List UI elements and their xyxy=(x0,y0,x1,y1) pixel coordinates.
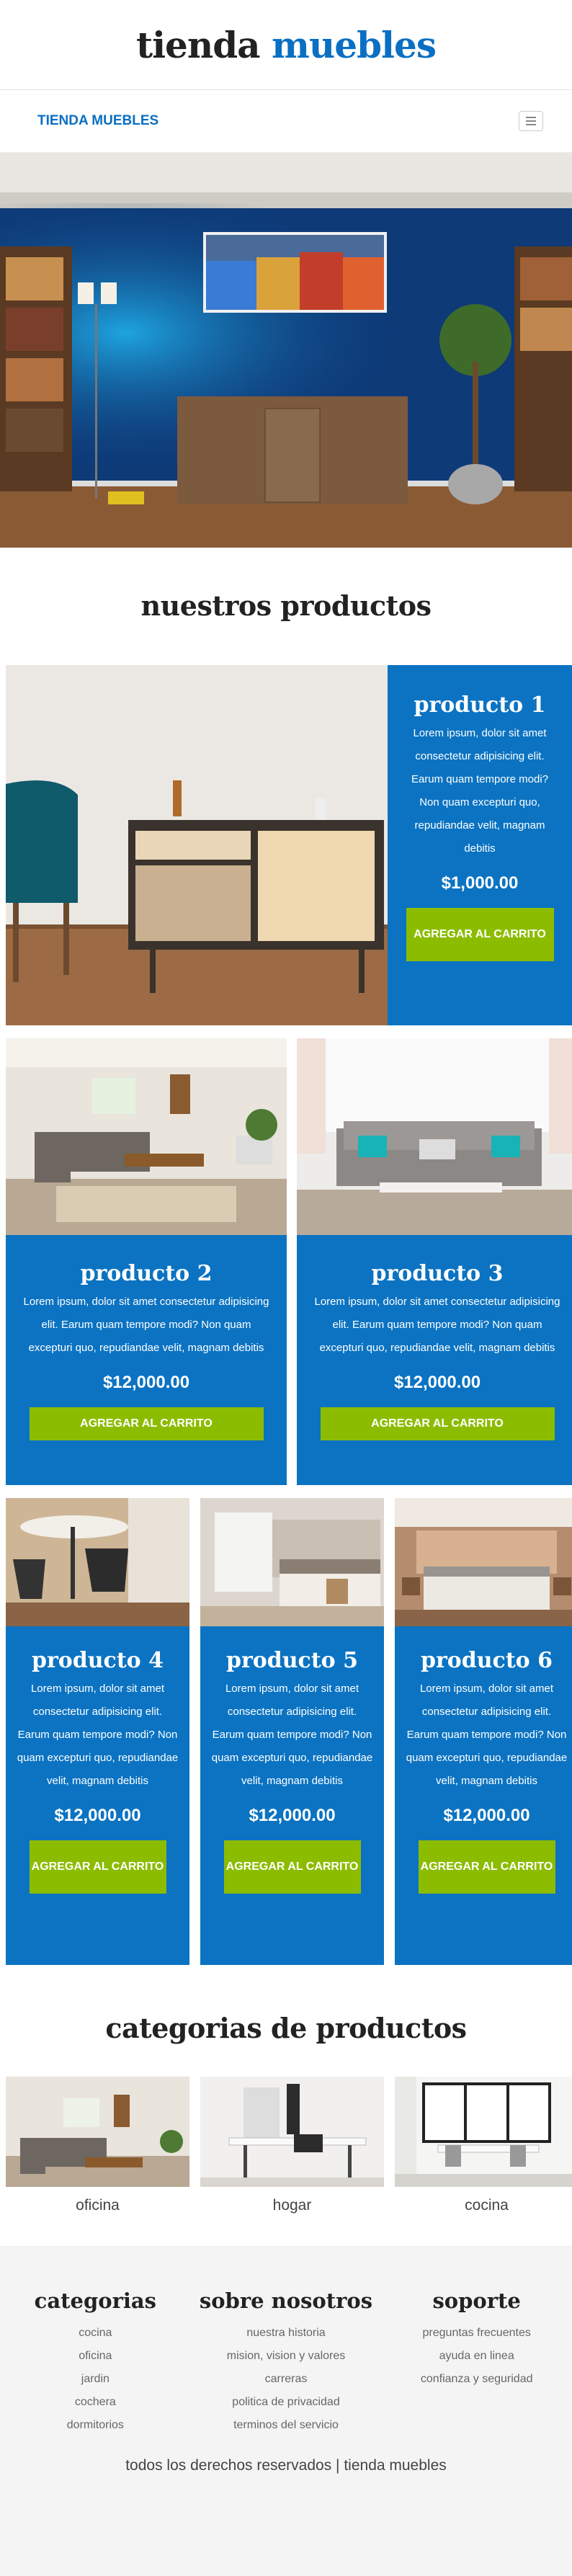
footer-link[interactable]: carreras xyxy=(191,2368,382,2391)
categories-list: oficina hogar cocina xyxy=(6,2077,572,2214)
product-image-2 xyxy=(6,1038,287,1235)
footer-link[interactable]: dormitorios xyxy=(0,2414,191,2437)
footer-column-title: soporte xyxy=(432,2288,521,2313)
footer-column-title: categorias xyxy=(34,2288,156,2313)
product-description: Lorem ipsum, dolor sit amet consectetur … xyxy=(17,1683,179,1787)
footer-link[interactable]: politica de privacidad xyxy=(191,2391,382,2414)
site-footer: categorias cocina oficina jardin cochera… xyxy=(0,2246,572,2576)
category-image xyxy=(395,2077,572,2187)
footer-link[interactable]: preguntas frecuentes xyxy=(381,2322,572,2345)
footer-link[interactable]: mision, vision y valores xyxy=(191,2345,382,2368)
category-image xyxy=(200,2077,384,2187)
product-card-3: producto 3 Lorem ipsum, dolor sit amet c… xyxy=(297,1235,572,1485)
footer-link[interactable]: jardin xyxy=(0,2368,191,2391)
footer-link[interactable]: terminos del servicio xyxy=(191,2414,382,2437)
category-label: oficina xyxy=(76,2197,120,2214)
product-row-1: producto 1 Lorem ipsum, dolor sit amet c… xyxy=(6,665,572,1025)
product-column-2: producto 2 Lorem ipsum, dolor sit amet c… xyxy=(6,1038,287,1485)
product-name: producto 5 xyxy=(225,1648,359,1673)
category-label: hogar xyxy=(272,2197,312,2214)
hamburger-icon-line xyxy=(526,124,536,125)
hamburger-icon xyxy=(526,117,536,118)
menu-toggle-button[interactable] xyxy=(519,111,543,131)
footer-link[interactable]: ayuda en linea xyxy=(381,2345,572,2368)
product-description: Lorem ipsum, dolor sit amet consectetur … xyxy=(314,1296,560,1354)
product-image-5 xyxy=(200,1498,384,1626)
product-price: $1,000.00 xyxy=(441,873,519,893)
product-name: producto 3 xyxy=(371,1261,504,1286)
footer-link[interactable]: oficina xyxy=(0,2345,191,2368)
navbar: TIENDA MUEBLES xyxy=(0,90,572,153)
navbar-brand[interactable]: TIENDA MUEBLES xyxy=(37,113,158,129)
product-price: $12,000.00 xyxy=(393,1373,481,1392)
product-row-2: producto 2 Lorem ipsum, dolor sit amet c… xyxy=(6,1038,572,1485)
add-to-cart-button[interactable]: AGREGAR AL CARRITO xyxy=(29,1407,264,1440)
footer-link[interactable]: cochera xyxy=(0,2391,191,2414)
category-cocina[interactable]: cocina xyxy=(395,2077,572,2214)
hero-image xyxy=(0,153,572,548)
footer-column-title: sobre nosotros xyxy=(199,2288,373,2313)
product-price: $12,000.00 xyxy=(249,1806,336,1825)
product-description: Lorem ipsum, dolor sit amet consectetur … xyxy=(406,1683,568,1787)
product-image-1 xyxy=(6,665,388,1025)
product-description: Lorem ipsum, dolor sit amet consectetur … xyxy=(23,1296,269,1354)
product-card-1: producto 1 Lorem ipsum, dolor sit amet c… xyxy=(388,665,572,1025)
product-column-5: producto 5 Lorem ipsum, dolor sit amet c… xyxy=(200,1498,384,1965)
add-to-cart-button[interactable]: AGREGAR AL CARRITO xyxy=(29,1840,166,1894)
category-oficina[interactable]: oficina xyxy=(6,2077,189,2214)
site-header: tienda muebles xyxy=(0,0,572,90)
categories-section-title: categorias de productos xyxy=(105,2012,467,2044)
product-card-2: producto 2 Lorem ipsum, dolor sit amet c… xyxy=(6,1235,287,1485)
product-column-3: producto 3 Lorem ipsum, dolor sit amet c… xyxy=(297,1038,572,1485)
product-image-3 xyxy=(297,1038,572,1235)
logo-part1: tienda xyxy=(135,23,261,66)
logo-part2: muebles xyxy=(272,23,437,66)
product-row-3: producto 4 Lorem ipsum, dolor sit amet c… xyxy=(6,1498,572,1965)
add-to-cart-button[interactable]: AGREGAR AL CARRITO xyxy=(418,1840,555,1894)
category-label: cocina xyxy=(465,2197,509,2214)
product-name: producto 1 xyxy=(414,692,546,718)
footer-column-soporte: soporte preguntas frecuentes ayuda en li… xyxy=(381,2288,572,2437)
footer-column-categorias: categorias cocina oficina jardin cochera… xyxy=(0,2288,191,2437)
product-image-4 xyxy=(6,1498,189,1626)
product-name: producto 4 xyxy=(31,1648,164,1673)
add-to-cart-button[interactable]: AGREGAR AL CARRITO xyxy=(406,908,554,961)
footer-link[interactable]: confianza y seguridad xyxy=(381,2368,572,2391)
site-logo[interactable]: tienda muebles xyxy=(135,23,437,66)
add-to-cart-button[interactable]: AGREGAR AL CARRITO xyxy=(223,1840,361,1894)
product-price: $12,000.00 xyxy=(443,1806,530,1825)
products-section-title: nuestros productos xyxy=(140,589,432,622)
category-image xyxy=(6,2077,189,2187)
product-description: Lorem ipsum, dolor sit amet consectetur … xyxy=(211,1683,373,1787)
footer-column-sobre-nosotros: sobre nosotros nuestra historia mision, … xyxy=(191,2288,382,2437)
add-to-cart-button[interactable]: AGREGAR AL CARRITO xyxy=(320,1407,555,1440)
copyright-text: todos los derechos reservados | tienda m… xyxy=(125,2457,447,2474)
product-price: $12,000.00 xyxy=(54,1806,141,1825)
category-hogar[interactable]: hogar xyxy=(200,2077,384,2214)
product-card-6: producto 6 Lorem ipsum, dolor sit amet c… xyxy=(395,1626,572,1965)
product-name: producto 6 xyxy=(420,1648,553,1673)
product-description: Lorem ipsum, dolor sit amet consectetur … xyxy=(411,727,549,855)
hamburger-icon-line xyxy=(526,120,536,122)
footer-link[interactable]: nuestra historia xyxy=(191,2322,382,2345)
product-card-4: producto 4 Lorem ipsum, dolor sit amet c… xyxy=(6,1626,189,1965)
footer-link[interactable]: cocina xyxy=(0,2322,191,2345)
product-column-6: producto 6 Lorem ipsum, dolor sit amet c… xyxy=(395,1498,572,1965)
product-card-5: producto 5 Lorem ipsum, dolor sit amet c… xyxy=(200,1626,384,1965)
product-name: producto 2 xyxy=(80,1261,213,1286)
product-image-6 xyxy=(395,1498,572,1626)
product-price: $12,000.00 xyxy=(102,1373,190,1392)
product-column-4: producto 4 Lorem ipsum, dolor sit amet c… xyxy=(6,1498,189,1965)
footer-columns: categorias cocina oficina jardin cochera… xyxy=(0,2288,572,2437)
